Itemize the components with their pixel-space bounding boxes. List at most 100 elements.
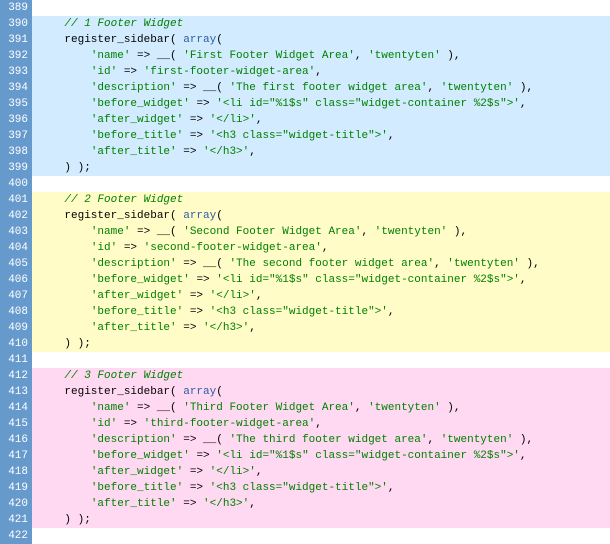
code-line: 395 'before_widget' => '<li id="%1$s" cl… (0, 96, 610, 112)
line-number: 404 (0, 240, 32, 256)
code-content[interactable]: 'before_title' => '<h3 class="widget-tit… (32, 480, 610, 496)
line-number: 413 (0, 384, 32, 400)
code-line: 399 ) ); (0, 160, 610, 176)
code-content[interactable]: 'before_widget' => '<li id="%1$s" class=… (32, 272, 610, 288)
code-content[interactable]: 'id' => 'first-footer-widget-area', (32, 64, 610, 80)
code-line: 420 'after_title' => '</h3>', (0, 496, 610, 512)
code-line: 397 'before_title' => '<h3 class="widget… (0, 128, 610, 144)
line-number: 412 (0, 368, 32, 384)
line-number: 397 (0, 128, 32, 144)
line-number: 395 (0, 96, 32, 112)
code-content[interactable]: 'after_title' => '</h3>', (32, 144, 610, 160)
line-number: 405 (0, 256, 32, 272)
code-line: 415 'id' => 'third-footer-widget-area', (0, 416, 610, 432)
code-line: 412 // 3 Footer Widget (0, 368, 610, 384)
code-line: 402 register_sidebar( array( (0, 208, 610, 224)
line-number: 409 (0, 320, 32, 336)
line-number: 391 (0, 32, 32, 48)
code-line: 405 'description' => __( 'The second foo… (0, 256, 610, 272)
code-content[interactable]: // 3 Footer Widget (32, 368, 610, 384)
line-number: 421 (0, 512, 32, 528)
line-number: 420 (0, 496, 32, 512)
code-line: 414 'name' => __( 'Third Footer Widget A… (0, 400, 610, 416)
code-line: 404 'id' => 'second-footer-widget-area', (0, 240, 610, 256)
code-line: 409 'after_title' => '</h3>', (0, 320, 610, 336)
code-content[interactable]: register_sidebar( array( (32, 32, 610, 48)
line-number: 394 (0, 80, 32, 96)
code-content[interactable]: register_sidebar( array( (32, 384, 610, 400)
line-number: 410 (0, 336, 32, 352)
code-content[interactable]: 'id' => 'third-footer-widget-area', (32, 416, 610, 432)
code-content[interactable]: // 2 Footer Widget (32, 192, 610, 208)
code-content[interactable]: // 1 Footer Widget (32, 16, 610, 32)
code-content[interactable] (32, 352, 610, 368)
code-content[interactable] (32, 0, 610, 16)
code-line: 421 ) ); (0, 512, 610, 528)
line-number: 406 (0, 272, 32, 288)
code-content[interactable]: 'before_title' => '<h3 class="widget-tit… (32, 304, 610, 320)
code-content[interactable]: 'name' => __( 'First Footer Widget Area'… (32, 48, 610, 64)
line-number: 390 (0, 16, 32, 32)
code-line: 393 'id' => 'first-footer-widget-area', (0, 64, 610, 80)
code-line: 406 'before_widget' => '<li id="%1$s" cl… (0, 272, 610, 288)
code-content[interactable]: 'description' => __( 'The second footer … (32, 256, 610, 272)
code-content[interactable]: 'description' => __( 'The first footer w… (32, 80, 610, 96)
line-number: 407 (0, 288, 32, 304)
code-line: 389 (0, 0, 610, 16)
code-content[interactable]: 'description' => __( 'The third footer w… (32, 432, 610, 448)
code-line: 401 // 2 Footer Widget (0, 192, 610, 208)
line-number: 399 (0, 160, 32, 176)
code-line: 394 'description' => __( 'The first foot… (0, 80, 610, 96)
line-number: 403 (0, 224, 32, 240)
code-content[interactable]: 'after_widget' => '</li>', (32, 464, 610, 480)
code-content[interactable] (32, 176, 610, 192)
line-number: 416 (0, 432, 32, 448)
code-line: 408 'before_title' => '<h3 class="widget… (0, 304, 610, 320)
line-number: 414 (0, 400, 32, 416)
code-content[interactable]: ) ); (32, 512, 610, 528)
line-number: 398 (0, 144, 32, 160)
code-line: 407 'after_widget' => '</li>', (0, 288, 610, 304)
code-content[interactable]: ) ); (32, 336, 610, 352)
code-line: 417 'before_widget' => '<li id="%1$s" cl… (0, 448, 610, 464)
code-content[interactable]: 'after_title' => '</h3>', (32, 320, 610, 336)
code-content[interactable]: 'name' => __( 'Third Footer Widget Area'… (32, 400, 610, 416)
code-content[interactable]: 'before_widget' => '<li id="%1$s" class=… (32, 96, 610, 112)
code-line: 411 (0, 352, 610, 368)
code-content[interactable]: 'after_widget' => '</li>', (32, 112, 610, 128)
code-content[interactable]: register_sidebar( array( (32, 208, 610, 224)
code-line: 418 'after_widget' => '</li>', (0, 464, 610, 480)
code-content[interactable]: 'after_widget' => '</li>', (32, 288, 610, 304)
line-number: 396 (0, 112, 32, 128)
code-line: 392 'name' => __( 'First Footer Widget A… (0, 48, 610, 64)
code-line: 403 'name' => __( 'Second Footer Widget … (0, 224, 610, 240)
code-line: 410 ) ); (0, 336, 610, 352)
line-number: 419 (0, 480, 32, 496)
code-line: 398 'after_title' => '</h3>', (0, 144, 610, 160)
code-content[interactable]: 'before_widget' => '<li id="%1$s" class=… (32, 448, 610, 464)
code-line: 419 'before_title' => '<h3 class="widget… (0, 480, 610, 496)
line-number: 415 (0, 416, 32, 432)
code-line: 391 register_sidebar( array( (0, 32, 610, 48)
code-content[interactable]: ) ); (32, 160, 610, 176)
code-content[interactable]: 'name' => __( 'Second Footer Widget Area… (32, 224, 610, 240)
code-content[interactable]: 'before_title' => '<h3 class="widget-tit… (32, 128, 610, 144)
code-line: 390 // 1 Footer Widget (0, 16, 610, 32)
line-number: 417 (0, 448, 32, 464)
line-number: 392 (0, 48, 32, 64)
code-line: 416 'description' => __( 'The third foot… (0, 432, 610, 448)
code-line: 396 'after_widget' => '</li>', (0, 112, 610, 128)
line-number: 401 (0, 192, 32, 208)
line-number: 400 (0, 176, 32, 192)
code-editor: 389390 // 1 Footer Widget391 register_si… (0, 0, 610, 544)
code-line: 413 register_sidebar( array( (0, 384, 610, 400)
line-number: 408 (0, 304, 32, 320)
line-number: 389 (0, 0, 32, 16)
line-number: 402 (0, 208, 32, 224)
code-line: 400 (0, 176, 610, 192)
line-number: 393 (0, 64, 32, 80)
line-number: 411 (0, 352, 32, 368)
code-content[interactable]: 'after_title' => '</h3>', (32, 496, 610, 512)
line-number: 418 (0, 464, 32, 480)
code-content[interactable]: 'id' => 'second-footer-widget-area', (32, 240, 610, 256)
